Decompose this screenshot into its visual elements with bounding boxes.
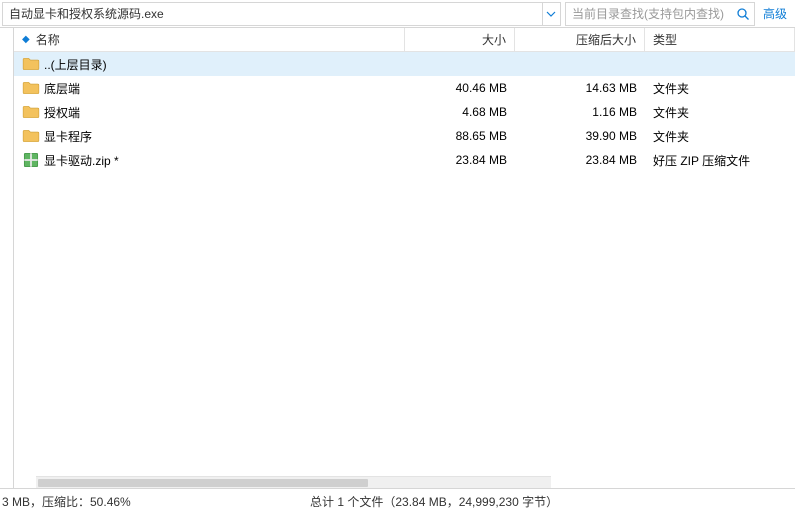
path-field[interactable]: 自动显卡和授权系统源码.exe [2, 2, 561, 26]
column-header-size[interactable]: 大小 [405, 28, 515, 52]
file-size-cell: 88.65 MB [405, 124, 515, 148]
file-name-cell: ..(上层目录) [14, 52, 405, 76]
sort-ascending-icon: ◆ [22, 34, 30, 45]
file-row[interactable]: ..(上层目录) [14, 52, 795, 76]
file-name-label: 底层端 [44, 80, 80, 97]
left-side-strip [0, 28, 14, 488]
status-left-text: 3 MB，压缩比：50.46% [0, 493, 131, 510]
file-type-cell: 文件夹 [645, 100, 795, 124]
file-row[interactable]: 显卡程序 88.65 MB39.90 MB文件夹 [14, 124, 795, 148]
file-compressed-cell: 23.84 MB [515, 148, 645, 172]
file-size-cell [405, 52, 515, 76]
search-button[interactable] [733, 3, 754, 25]
file-size-cell: 40.46 MB [405, 76, 515, 100]
path-text: 自动显卡和授权系统源码.exe [3, 5, 170, 22]
file-size-cell: 23.84 MB [405, 148, 515, 172]
column-header-type[interactable]: 类型 [645, 28, 795, 52]
status-center-text: 总计 1 个文件（23.84 MB，24,999,230 字节） [310, 493, 558, 510]
search-input[interactable] [566, 7, 733, 21]
file-type-cell: 文件夹 [645, 124, 795, 148]
file-list[interactable]: ..(上层目录)底层端40.46 MB14.63 MB文件夹授权端4.68 MB… [14, 52, 795, 476]
advanced-link[interactable]: 高级 [759, 5, 795, 22]
file-name-label: 显卡程序 [44, 128, 92, 145]
search-box[interactable] [565, 2, 755, 26]
file-row[interactable]: 底层端 40.46 MB14.63 MB文件夹 [14, 76, 795, 100]
folder-up-icon [22, 55, 40, 73]
file-type-cell [645, 52, 795, 76]
column-headers: ◆ 名称 大小 压缩后大小 类型 [14, 28, 795, 52]
folder-icon [22, 127, 40, 145]
file-name-label: ..(上层目录) [44, 56, 107, 73]
file-type-cell: 好压 ZIP 压缩文件 [645, 148, 795, 172]
file-type-cell: 文件夹 [645, 76, 795, 100]
top-toolbar: 自动显卡和授权系统源码.exe 高级 [0, 0, 795, 28]
status-bar: 3 MB，压缩比：50.46% 总计 1 个文件（23.84 MB，24,999… [0, 488, 795, 514]
file-name-cell: 授权端 [14, 100, 405, 124]
path-dropdown-button[interactable] [542, 3, 560, 25]
column-header-name-label: 名称 [36, 31, 60, 48]
scroll-thumb[interactable] [38, 479, 368, 487]
zip-icon [22, 151, 40, 169]
file-row[interactable]: 授权端 4.68 MB1.16 MB文件夹 [14, 100, 795, 124]
file-name-label: 授权端 [44, 104, 80, 121]
file-compressed-cell [515, 52, 645, 76]
file-name-cell: 显卡程序 [14, 124, 405, 148]
file-size-cell: 4.68 MB [405, 100, 515, 124]
folder-icon [22, 103, 40, 121]
column-header-name[interactable]: ◆ 名称 [14, 28, 405, 52]
file-row[interactable]: 显卡驱动.zip *23.84 MB23.84 MB好压 ZIP 压缩文件 [14, 148, 795, 172]
column-header-compressed[interactable]: 压缩后大小 [515, 28, 645, 52]
file-compressed-cell: 39.90 MB [515, 124, 645, 148]
file-name-label: 显卡驱动.zip * [44, 152, 119, 169]
search-icon [736, 7, 750, 21]
file-name-cell: 底层端 [14, 76, 405, 100]
folder-icon [22, 79, 40, 97]
horizontal-scrollbar[interactable] [36, 476, 551, 488]
file-compressed-cell: 1.16 MB [515, 100, 645, 124]
file-compressed-cell: 14.63 MB [515, 76, 645, 100]
file-name-cell: 显卡驱动.zip * [14, 148, 405, 172]
chevron-down-icon [546, 9, 556, 19]
